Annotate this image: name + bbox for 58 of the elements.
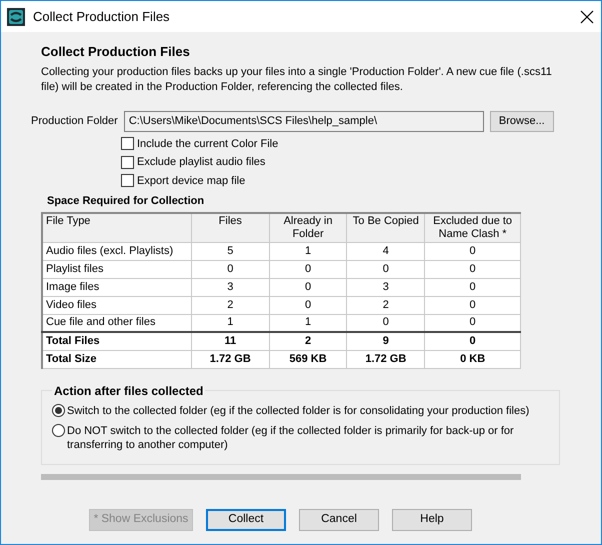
table-cell: 5: [191, 242, 270, 260]
table-cell: Total Size: [42, 350, 192, 368]
table-cell: 0: [424, 278, 520, 296]
table-cell: 4: [346, 242, 425, 260]
app-icon: [7, 8, 25, 26]
table-cell: 1.72 GB: [346, 350, 425, 368]
column-header: To Be Copied: [346, 212, 425, 242]
table-cell: 0: [346, 260, 425, 278]
collect-button[interactable]: Collect: [206, 509, 286, 531]
table-cell: 0: [424, 260, 520, 278]
help-button[interactable]: Help: [392, 509, 472, 531]
table-cell: 2: [269, 332, 347, 350]
radio-button[interactable]: [52, 404, 65, 416]
radio-label: Do NOT switch to the collected folder (eg if the collected folder is primarily for back-up or for transferring to another computer): [67, 424, 515, 452]
column-header: Excluded due to Name Clash *: [424, 212, 520, 242]
table-cell: 0: [424, 332, 520, 350]
table-cell: 569 KB: [269, 350, 347, 368]
radio-button[interactable]: [52, 424, 65, 436]
checkbox[interactable]: [121, 137, 134, 150]
window-title: Collect Production Files: [33, 8, 170, 26]
description-text: Collecting your production files backs up your files into a single 'Production Folder'. A new cue file (.scs11 file) will be created in the Production Folder, referencing the collected files.: [41, 64, 553, 94]
table-cell: 0: [269, 260, 347, 278]
table-cell: 0: [424, 296, 520, 314]
table-cell: Playlist files: [42, 260, 192, 278]
radio-label: Switch to the collected folder (eg if the collected folder is for consolidating your production files): [67, 404, 530, 418]
table-cell: 1: [269, 242, 347, 260]
cancel-button[interactable]: Cancel: [299, 509, 379, 531]
column-header: Already in Folder: [269, 212, 347, 242]
table-cell: Image files: [42, 278, 192, 296]
table-cell: 0: [269, 296, 347, 314]
dialog-heading: Collect Production Files: [41, 43, 191, 61]
table-cell: 0: [191, 260, 270, 278]
table-cell: Video files: [42, 296, 192, 314]
table-cell: 0: [269, 278, 347, 296]
table-cell: Total Files: [42, 332, 192, 350]
table-cell: 3: [346, 278, 425, 296]
table-cell: 2: [191, 296, 270, 314]
column-header: Files: [191, 212, 270, 242]
table-cell: 0: [424, 242, 520, 260]
table-cell: 1.72 GB: [191, 350, 270, 368]
table-cell: 9: [346, 332, 425, 350]
checkbox[interactable]: [121, 156, 134, 169]
table-cell: 2: [346, 296, 425, 314]
folder-label: Production Folder: [31, 114, 118, 129]
group-title: Action after files collected: [53, 382, 204, 400]
section-title: Space Required for Collection: [47, 194, 206, 209]
browse-button[interactable]: Browse...: [490, 110, 554, 132]
table-cell: 11: [191, 332, 270, 350]
table-cell: 0 KB: [424, 350, 520, 368]
column-header: File Type: [42, 212, 192, 242]
checkbox-label: Include the current Color File: [137, 136, 278, 152]
checkbox-label: Exclude playlist audio files: [137, 155, 266, 170]
table-cell: 3: [191, 278, 270, 296]
folder-path-field[interactable]: C:\Users\Mike\Documents\SCS Files\help_sample\: [124, 110, 484, 132]
table-cell: Audio files (excl. Playlists): [42, 242, 192, 260]
checkbox[interactable]: [121, 174, 134, 188]
close-icon[interactable]: [579, 9, 595, 26]
checkbox-label: Export device map file: [137, 174, 246, 188]
